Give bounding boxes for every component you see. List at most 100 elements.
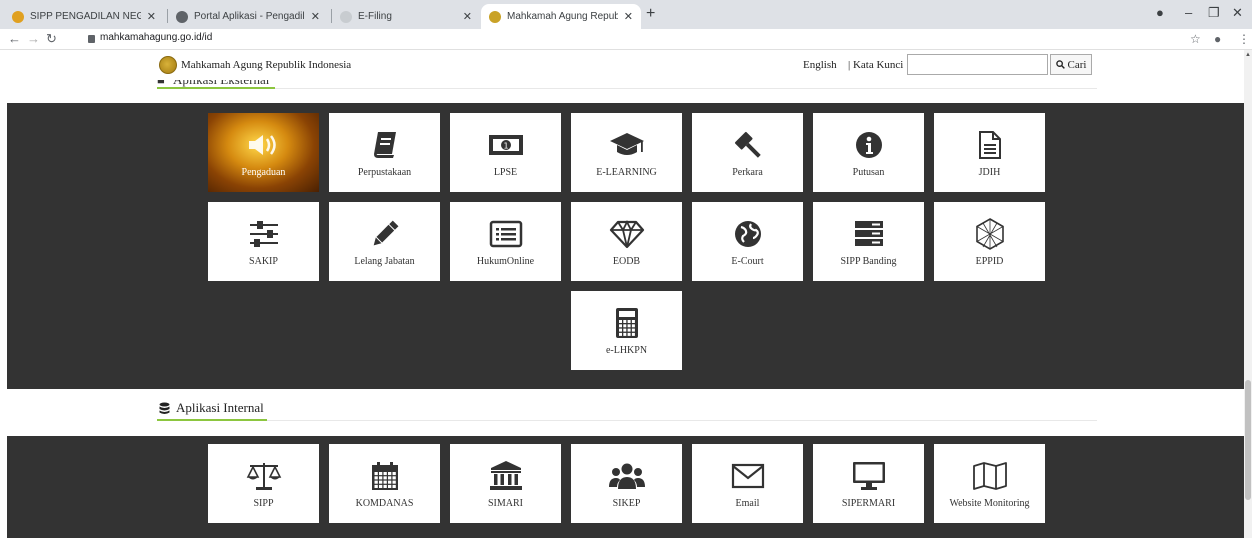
scroll-up-icon[interactable]: ▲: [1245, 52, 1251, 58]
megaphone-icon: [246, 125, 282, 165]
site-logo[interactable]: [159, 56, 177, 74]
tab-title: Portal Aplikasi - Pengadilan Nege: [194, 11, 305, 22]
app-card-label: SIMARI: [487, 498, 523, 509]
list-alt-icon: [489, 214, 523, 254]
app-card-label: Pengaduan: [241, 167, 286, 178]
app-card-label: Perkara: [732, 167, 763, 178]
new-tab-icon[interactable]: +: [646, 5, 655, 23]
divider: [157, 88, 1097, 89]
close-icon[interactable]: ✕: [311, 10, 320, 23]
app-card-perkara[interactable]: Perkara: [692, 113, 803, 192]
app-card-label: SIPERMARI: [841, 498, 896, 509]
account-icon[interactable]: ●: [1214, 32, 1221, 46]
file-icon: [978, 125, 1002, 165]
close-window-icon[interactable]: ✕: [1232, 5, 1243, 21]
info-icon: [855, 125, 883, 165]
app-card-e-court[interactable]: E-Court: [692, 202, 803, 281]
app-card-label: E-LEARNING: [596, 167, 657, 178]
app-card-komdanas[interactable]: KOMDANAS: [329, 444, 440, 523]
back-icon[interactable]: ←: [8, 31, 21, 46]
site-header: Mahkamah Agung Republik Indonesia Englis…: [0, 50, 1244, 80]
app-card-putusan[interactable]: Putusan: [813, 113, 924, 192]
svg-text:1: 1: [503, 142, 508, 151]
app-card-label: LPSE: [493, 167, 518, 178]
app-card-email[interactable]: Email: [692, 444, 803, 523]
reload-icon[interactable]: ↻: [46, 31, 57, 47]
app-card-e-lhkpn[interactable]: e-LHKPN: [571, 291, 682, 370]
search-button[interactable]: Cari: [1050, 54, 1092, 75]
scrollbar-thumb[interactable]: [1245, 380, 1251, 500]
app-card-lelang-jabatan[interactable]: Lelang Jabatan: [329, 202, 440, 281]
close-icon[interactable]: ✕: [624, 10, 633, 23]
app-card-jdih[interactable]: JDIH: [934, 113, 1045, 192]
keyword-label: | Kata Kunci: [848, 59, 904, 71]
app-card-eodb[interactable]: EODB: [571, 202, 682, 281]
app-card-label: SIKEP: [612, 498, 641, 509]
app-card-eppid[interactable]: EPPID: [934, 202, 1045, 281]
restore-icon[interactable]: ❐: [1208, 5, 1220, 21]
heading-underline: [157, 87, 275, 89]
app-card-lpse[interactable]: 1 LPSE: [450, 113, 561, 192]
app-card-label: e-LHKPN: [605, 345, 648, 356]
app-card-website-monitoring[interactable]: Website Monitoring: [934, 444, 1045, 523]
tab-favicon-icon: [12, 10, 24, 23]
app-card-label: HukumOnline: [476, 256, 535, 267]
heading-underline: [157, 419, 267, 421]
browser-tab-active[interactable]: Mahkamah Agung Republik Indo ✕: [481, 4, 641, 29]
app-card-perpustakaan[interactable]: Perpustakaan: [329, 113, 440, 192]
app-card-label: SAKIP: [249, 256, 278, 267]
browser-tab-3[interactable]: E-Filing ✕: [332, 4, 480, 29]
search-input[interactable]: [907, 54, 1048, 75]
database-icon: [159, 402, 170, 414]
language-english-link[interactable]: English: [803, 59, 837, 71]
tab-favicon-icon: [340, 10, 352, 23]
app-card-pengaduan[interactable]: Pengaduan: [208, 113, 319, 192]
minimize-icon[interactable]: –: [1185, 5, 1192, 20]
close-icon[interactable]: ✕: [147, 10, 156, 23]
site-title[interactable]: Mahkamah Agung Republik Indonesia: [181, 59, 351, 71]
tab-title: Mahkamah Agung Republik Indo: [507, 11, 618, 22]
calendar-icon: [370, 456, 400, 496]
pencil-icon: [369, 214, 401, 254]
app-card-sipp[interactable]: SIPP: [208, 444, 319, 523]
app-card-label: KOMDANAS: [355, 498, 414, 509]
tab-favicon-icon: [176, 10, 188, 23]
divider: [157, 420, 1097, 421]
app-card-hukumonline[interactable]: HukumOnline: [450, 202, 561, 281]
tab-favicon-icon: [489, 10, 501, 23]
app-card-sipp-banding[interactable]: SIPP Banding: [813, 202, 924, 281]
app-card-label: EPPID: [975, 256, 1004, 267]
app-card-simari[interactable]: SIMARI: [450, 444, 561, 523]
app-card-label: Lelang Jabatan: [354, 256, 415, 267]
institution-icon: [489, 456, 523, 496]
forward-icon[interactable]: →: [27, 31, 40, 46]
page-scrollbar[interactable]: ▲: [1244, 50, 1252, 538]
close-icon[interactable]: ✕: [463, 10, 472, 23]
browser-tab-bar: SIPP PENGADILAN NEGERI BANT ✕ Portal Apl…: [0, 0, 1252, 29]
browser-tab-1[interactable]: SIPP PENGADILAN NEGERI BANT ✕: [4, 4, 164, 29]
app-card-label: E-Court: [731, 256, 764, 267]
app-card-sikep[interactable]: SIKEP: [571, 444, 682, 523]
app-card-label: JDIH: [978, 167, 1001, 178]
envelope-icon: [731, 456, 765, 496]
balance-scale-icon: [246, 456, 282, 496]
app-card-sipermari[interactable]: SIPERMARI: [813, 444, 924, 523]
app-card-label: Email: [735, 498, 760, 509]
lock-icon: [88, 35, 95, 43]
calculator-icon: [614, 303, 640, 343]
gavel-icon: [732, 125, 764, 165]
app-card-e-learning[interactable]: E-LEARNING: [571, 113, 682, 192]
map-icon: [972, 456, 1008, 496]
browser-tab-2[interactable]: Portal Aplikasi - Pengadilan Nege ✕: [168, 4, 328, 29]
bookmark-star-icon[interactable]: ☆: [1190, 32, 1201, 46]
address-bar[interactable]: mahkamahagung.go.id/id: [100, 32, 212, 43]
app-card-label: EODB: [612, 256, 641, 267]
desktop-icon: [851, 456, 887, 496]
server-icon: [853, 214, 885, 254]
hexagon-mesh-icon: [973, 214, 1007, 254]
profile-icon[interactable]: ●: [1156, 5, 1164, 20]
app-card-label: SIPP: [253, 498, 274, 509]
app-card-sakip[interactable]: SAKIP: [208, 202, 319, 281]
browser-toolbar: ← → ↻ mahkamahagung.go.id/id ☆ ● ⋮: [0, 29, 1252, 50]
menu-icon[interactable]: ⋮: [1238, 32, 1250, 46]
